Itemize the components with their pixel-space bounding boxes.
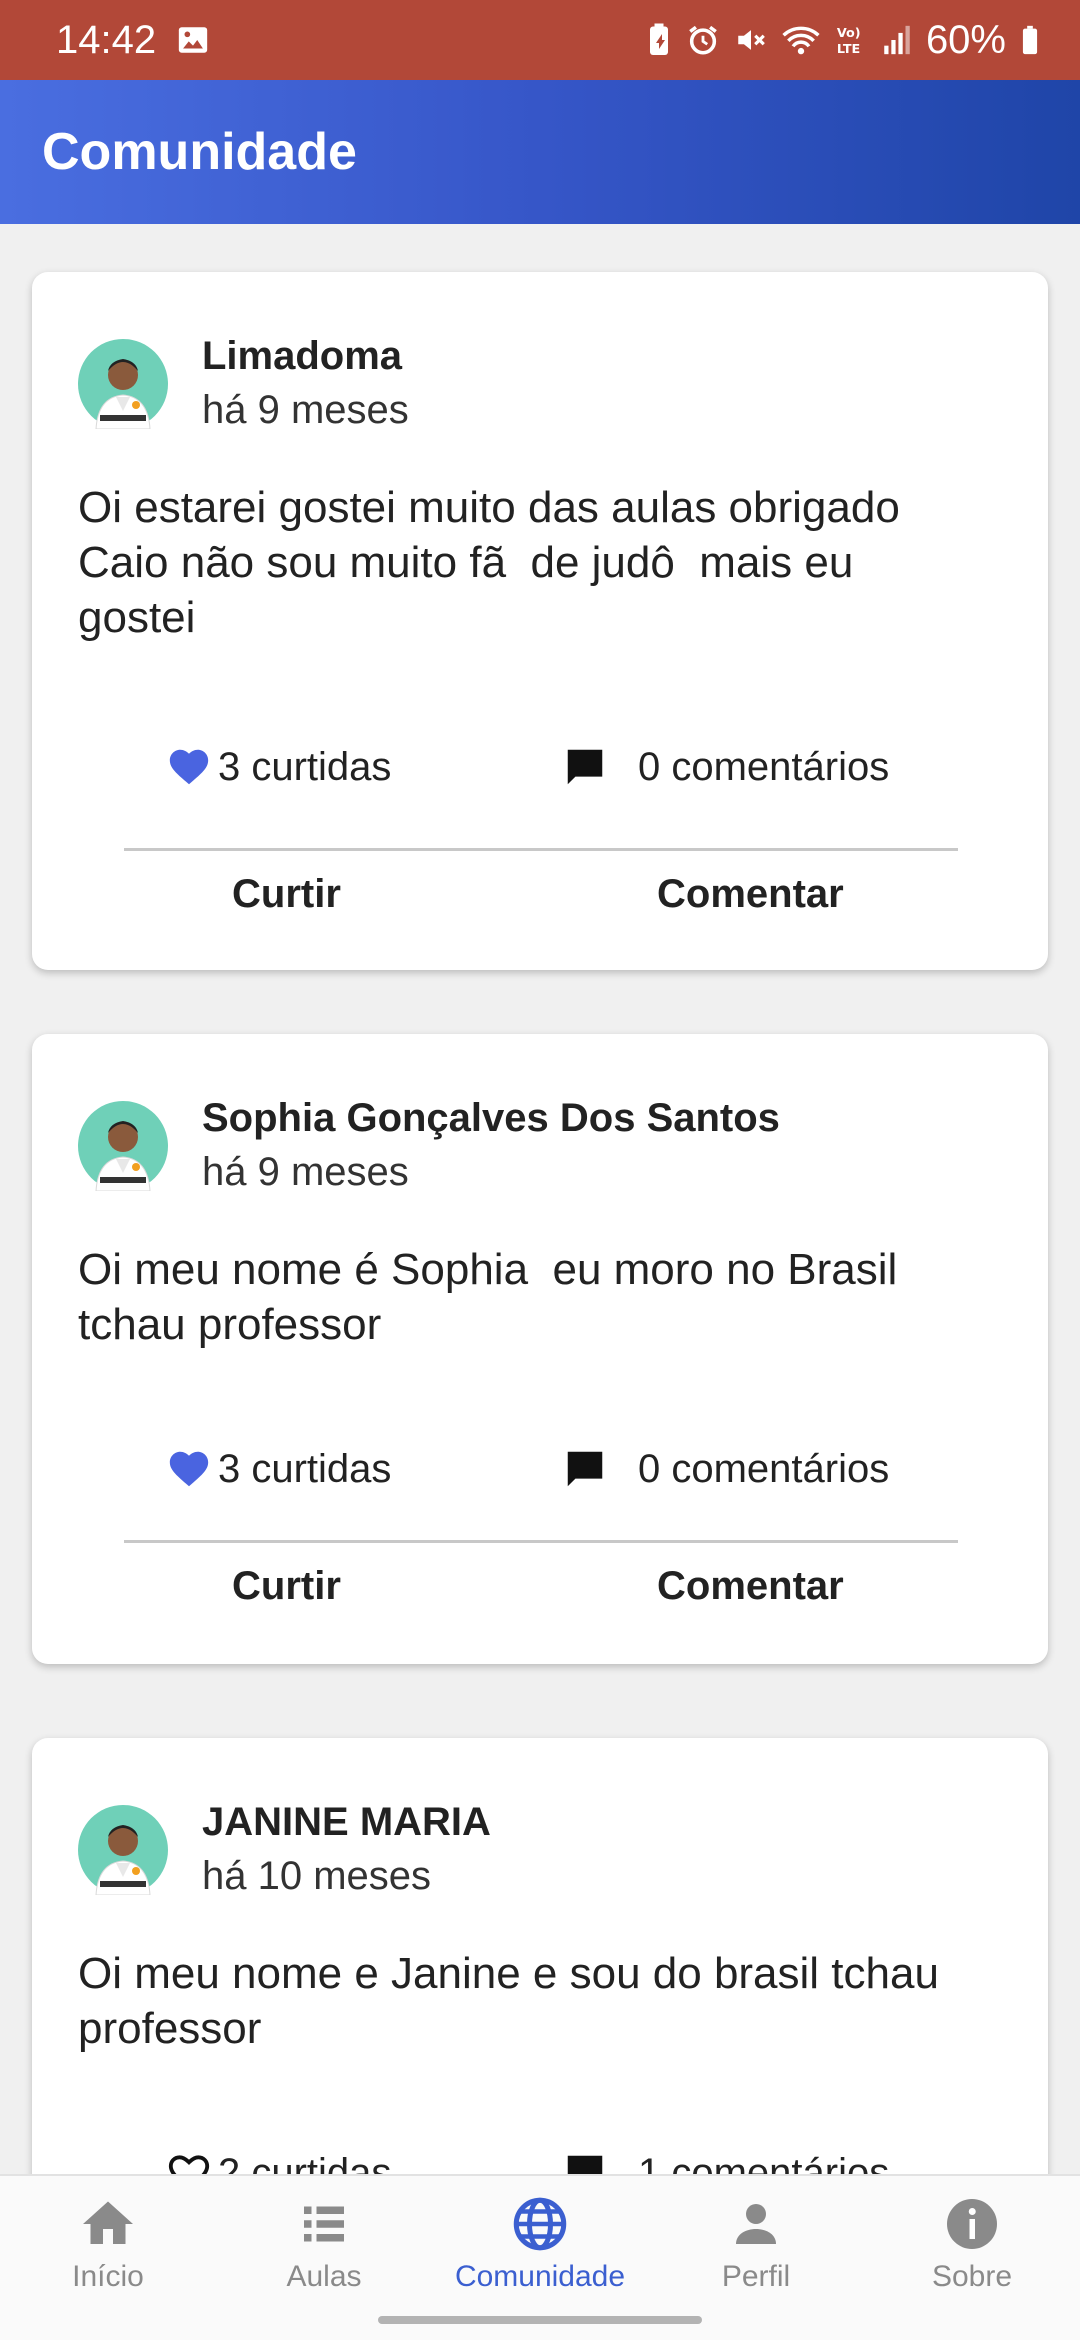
post-card: Limadoma há 9 meses Oi estarei gostei mu… (32, 272, 1048, 970)
comment-icon (567, 2155, 603, 2174)
likes-label: 2 curtidas (218, 2150, 392, 2175)
post-header: Sophia Gonçalves Dos Santos há 9 meses (78, 1092, 780, 1200)
heart-filled-icon (169, 749, 209, 785)
like-button[interactable]: Curtir (232, 1564, 341, 1609)
nav-item-comunidade[interactable]: Comunidade (432, 2176, 648, 2306)
like-button[interactable]: Curtir (232, 872, 341, 917)
heart-filled-icon (169, 1451, 209, 1487)
signal-icon (882, 23, 912, 57)
nav-label: Início (72, 2260, 144, 2293)
post-text: Oi estarei gostei muito das aulas obriga… (78, 483, 900, 642)
post-author[interactable]: JANINE MARIA (202, 1796, 491, 1848)
post-card: JANINE MARIA há 10 meses Oi meu nome e J… (32, 1738, 1048, 2174)
nav-label: Perfil (721, 2260, 791, 2293)
comments-count[interactable]: 1 comentários (562, 2150, 889, 2174)
alarm-icon (686, 23, 720, 57)
nav-label: Sobre (931, 2260, 1013, 2293)
divider (124, 848, 958, 851)
battery-percent: 60% (925, 17, 1006, 62)
avatar[interactable] (78, 1101, 168, 1191)
post-author[interactable]: Sophia Gonçalves Dos Santos (202, 1092, 780, 1144)
post-header: Limadoma há 9 meses (78, 330, 409, 438)
comment-icon (567, 1451, 603, 1487)
image-icon (176, 23, 210, 57)
divider (124, 1540, 958, 1543)
post-text: Oi meu nome e Janine e sou do brasil tch… (78, 1949, 939, 2053)
nav-item-sobre[interactable]: Sobre (864, 2176, 1080, 2306)
comment-button[interactable]: Comentar (657, 872, 844, 917)
wifi-icon (782, 23, 820, 57)
nav-item-inicio[interactable]: Início (0, 2176, 216, 2306)
comments-count[interactable]: 0 comentários (562, 1446, 889, 1492)
post-stats: 2 curtidas 1 comentários (32, 2150, 1048, 2174)
comment-button[interactable]: Comentar (657, 1564, 844, 1609)
heart-outline-icon (168, 2155, 210, 2174)
comments-label: 0 comentários (638, 1446, 890, 1491)
nav-label: Aulas (286, 2260, 362, 2293)
globe-icon (513, 2197, 567, 2251)
mute-icon (734, 23, 768, 57)
post-time: há 10 meses (202, 1854, 432, 1898)
comment-icon (567, 749, 603, 785)
info-icon (947, 2199, 997, 2249)
list-icon (304, 2206, 344, 2242)
comments-label: 1 comentários (638, 2150, 890, 2175)
post-card: Sophia Gonçalves Dos Santos há 9 meses O… (32, 1034, 1048, 1664)
page-title: Comunidade (42, 123, 357, 181)
person-icon (736, 2204, 776, 2244)
nav-item-aulas[interactable]: Aulas (216, 2176, 432, 2306)
svg-text:LTE: LTE (837, 42, 860, 57)
battery-saver-icon (646, 22, 672, 58)
post-header: JANINE MARIA há 10 meses (78, 1796, 491, 1904)
likes-label: 3 curtidas (218, 744, 392, 789)
post-stats: 3 curtidas 0 comentários (32, 1446, 1048, 1506)
home-icon (83, 2201, 133, 2244)
likes-count[interactable]: 2 curtidas (166, 2150, 391, 2174)
likes-count[interactable]: 3 curtidas (166, 1446, 391, 1492)
post-time: há 9 meses (202, 388, 409, 432)
likes-count[interactable]: 3 curtidas (166, 744, 391, 790)
community-feed[interactable]: Limadoma há 9 meses Oi estarei gostei mu… (0, 224, 1080, 2174)
post-time: há 9 meses (202, 1150, 409, 1194)
battery-icon (1020, 23, 1040, 57)
comments-count[interactable]: 0 comentários (562, 744, 889, 790)
svg-text:Vo): Vo) (837, 26, 861, 41)
status-time: 14:42 (56, 17, 157, 62)
comments-label: 0 comentários (638, 744, 890, 789)
post-author[interactable]: Limadoma (202, 330, 409, 382)
avatar[interactable] (78, 339, 168, 429)
app-bar: Comunidade (0, 80, 1080, 224)
post-stats: 3 curtidas 0 comentários (32, 744, 1048, 804)
volte-icon: Vo) LTE (834, 23, 868, 57)
likes-label: 3 curtidas (218, 1446, 392, 1491)
avatar[interactable] (78, 1805, 168, 1895)
nav-label: Comunidade (454, 2260, 626, 2293)
post-text: Oi meu nome é Sophia eu moro no Brasil t… (78, 1245, 898, 1349)
home-indicator[interactable] (378, 2316, 702, 2324)
nav-item-perfil[interactable]: Perfil (648, 2176, 864, 2306)
status-bar: 14:42 Vo) LTE 60% (0, 0, 1080, 80)
